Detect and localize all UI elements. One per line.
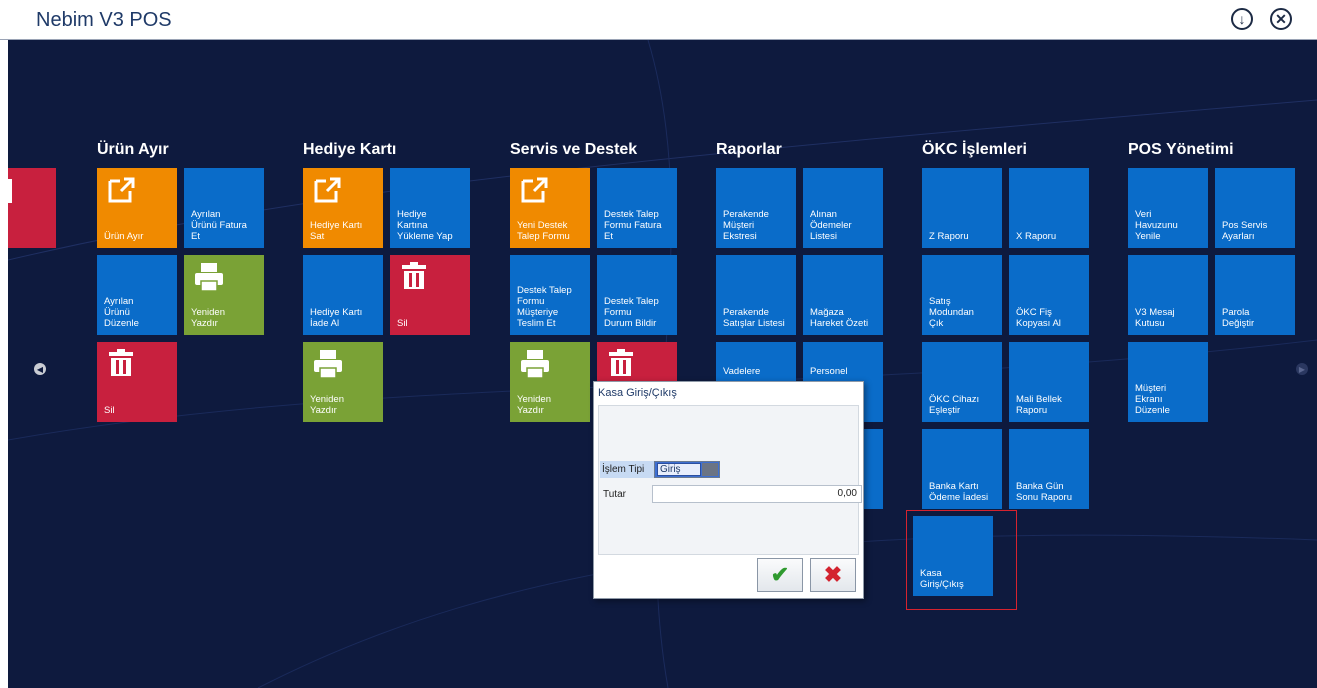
tile-yeniden-yazdir[interactable]: Yeniden Yazdır: [510, 342, 590, 422]
tile-veri-havuzunu-yenile[interactable]: Veri Havuzunu Yenile: [1128, 168, 1208, 248]
tile-ayrilan-urunu-fatura-et[interactable]: Ayrılan Ürünü Fatura Et: [184, 168, 264, 248]
dropdown-button[interactable]: [702, 463, 718, 476]
tile-sil[interactable]: Sil: [97, 342, 177, 422]
tile-hediye-karti-sat[interactable]: Hediye Kartı Sat: [303, 168, 383, 248]
group-title-hediye-karti: Hediye Kartı: [303, 141, 397, 158]
tile-destek-talep-formu-musteriye-teslim-et[interactable]: Destek Talep Formu Müşteriye Teslim Et: [510, 255, 590, 335]
tutar-input[interactable]: 0,00: [652, 485, 862, 503]
tile-ayrilan-urunu-duzenle[interactable]: Ayrılan Ürünü Düzenle: [97, 255, 177, 335]
tile-banka-gun-sonu-raporu[interactable]: Banka Gün Sonu Raporu: [1009, 429, 1089, 509]
tile-satis-modundan-cik[interactable]: Satış Modundan Çık: [922, 255, 1002, 335]
app-title: Nebim V3 POS: [36, 9, 172, 31]
group-title-pos-yonetimi: POS Yönetimi: [1128, 141, 1234, 158]
group-title-okc-islemleri: ÖKC İşlemleri: [922, 141, 1027, 158]
title-bar: Nebim V3 POS ↓ ✕: [0, 0, 1317, 40]
scroll-left-icon[interactable]: ◀: [34, 363, 46, 375]
printer-icon: [314, 350, 342, 379]
islem-tipi-label: İşlem Tipi: [602, 464, 645, 475]
islem-tipi-value: Giriş: [657, 463, 701, 476]
tile-z-raporu[interactable]: Z Raporu: [922, 168, 1002, 248]
external-link-icon: [521, 177, 548, 203]
cancel-button[interactable]: ✖: [810, 558, 856, 592]
cross-icon: ✖: [823, 562, 843, 587]
tile-yeniden-yazdir[interactable]: Yeniden Yazdır: [303, 342, 383, 422]
group-title-servis-ve-destek: Servis ve Destek: [510, 141, 638, 158]
trash-icon: [402, 262, 426, 289]
tile-magaza-hareket-ozeti[interactable]: Mağaza Hareket Özeti: [803, 255, 883, 335]
tile-banka-karti-odeme-iadesi[interactable]: Banka Kartı Ödeme İadesi: [922, 429, 1002, 509]
external-link-icon: [314, 177, 341, 203]
tile-destek-talep-formu-fatura-et[interactable]: Destek Talep Formu Fatura Et: [597, 168, 677, 248]
group-title-urun-ayir: Ürün Ayır: [97, 141, 169, 158]
tile-v3-mesaj-kutusu[interactable]: V3 Mesaj Kutusu: [1128, 255, 1208, 335]
tile-mali-bellek-raporu[interactable]: Mali Bellek Raporu: [1009, 342, 1089, 422]
tile-destek-talep-formu-durum-bildir[interactable]: Destek Talep Formu Durum Bildir: [597, 255, 677, 335]
external-link-icon: [108, 177, 135, 203]
download-icon[interactable]: ↓: [1231, 8, 1253, 30]
islem-tipi-select[interactable]: Giriş: [654, 461, 720, 478]
tile-hediye-kartina-yukleme-yap[interactable]: Hediye Kartına Yükleme Yap: [390, 168, 470, 248]
group-title-raporlar: Raporlar: [716, 141, 782, 158]
tile-yeni-destek-talep-formu[interactable]: Yeni Destek Talep Formu: [510, 168, 590, 248]
tile-musteri-ekrani-duzenle[interactable]: Müşteri Ekranı Düzenle: [1128, 342, 1208, 422]
printer-icon: [521, 350, 549, 379]
tile-parola-degistir[interactable]: Parola Değiştir: [1215, 255, 1295, 335]
tile-okc-cihazi-eslestir[interactable]: ÖKC Cihazı Eşleştir: [922, 342, 1002, 422]
trash-icon: [609, 349, 633, 376]
tile-okc-fis-kopyasi-al[interactable]: ÖKC Fiş Kopyası Al: [1009, 255, 1089, 335]
checkmark-icon: ✔: [770, 562, 790, 587]
printer-icon: [195, 263, 223, 292]
kasa-giris-cikis-dialog: Kasa Giriş/Çıkış İşlem Tipi Giriş Tutar …: [593, 381, 864, 599]
tile-perakende-satislar-listesi[interactable]: Perakende Satışlar Listesi: [716, 255, 796, 335]
dialog-title: Kasa Giriş/Çıkış: [598, 387, 677, 399]
selection-highlight: [906, 510, 1017, 610]
tile-partial-sil[interactable]: [6, 168, 56, 248]
tile-x-raporu[interactable]: X Raporu: [1009, 168, 1089, 248]
close-icon[interactable]: ✕: [1270, 8, 1292, 30]
dialog-body: İşlem Tipi Giriş Tutar 0,00: [598, 405, 862, 555]
scroll-right-icon[interactable]: ▶: [1296, 363, 1308, 375]
tile-hediye-karti-iade-al[interactable]: Hediye Kartı İade Al: [303, 255, 383, 335]
ok-button[interactable]: ✔: [757, 558, 803, 592]
tile-alinan-odemeler-listesi[interactable]: Alınan Ödemeler Listesi: [803, 168, 883, 248]
tile-pos-servis-ayarlari[interactable]: Pos Servis Ayarları: [1215, 168, 1295, 248]
tile-yeniden-yazdir[interactable]: Yeniden Yazdır: [184, 255, 264, 335]
tutar-label: Tutar: [603, 489, 626, 500]
tile-perakende-musteri-ekstresi[interactable]: Perakende Müşteri Ekstresi: [716, 168, 796, 248]
trash-icon: [6, 179, 12, 203]
trash-icon: [109, 349, 133, 376]
tile-urun-ayir[interactable]: Ürün Ayır: [97, 168, 177, 248]
tile-sil[interactable]: Sil: [390, 255, 470, 335]
